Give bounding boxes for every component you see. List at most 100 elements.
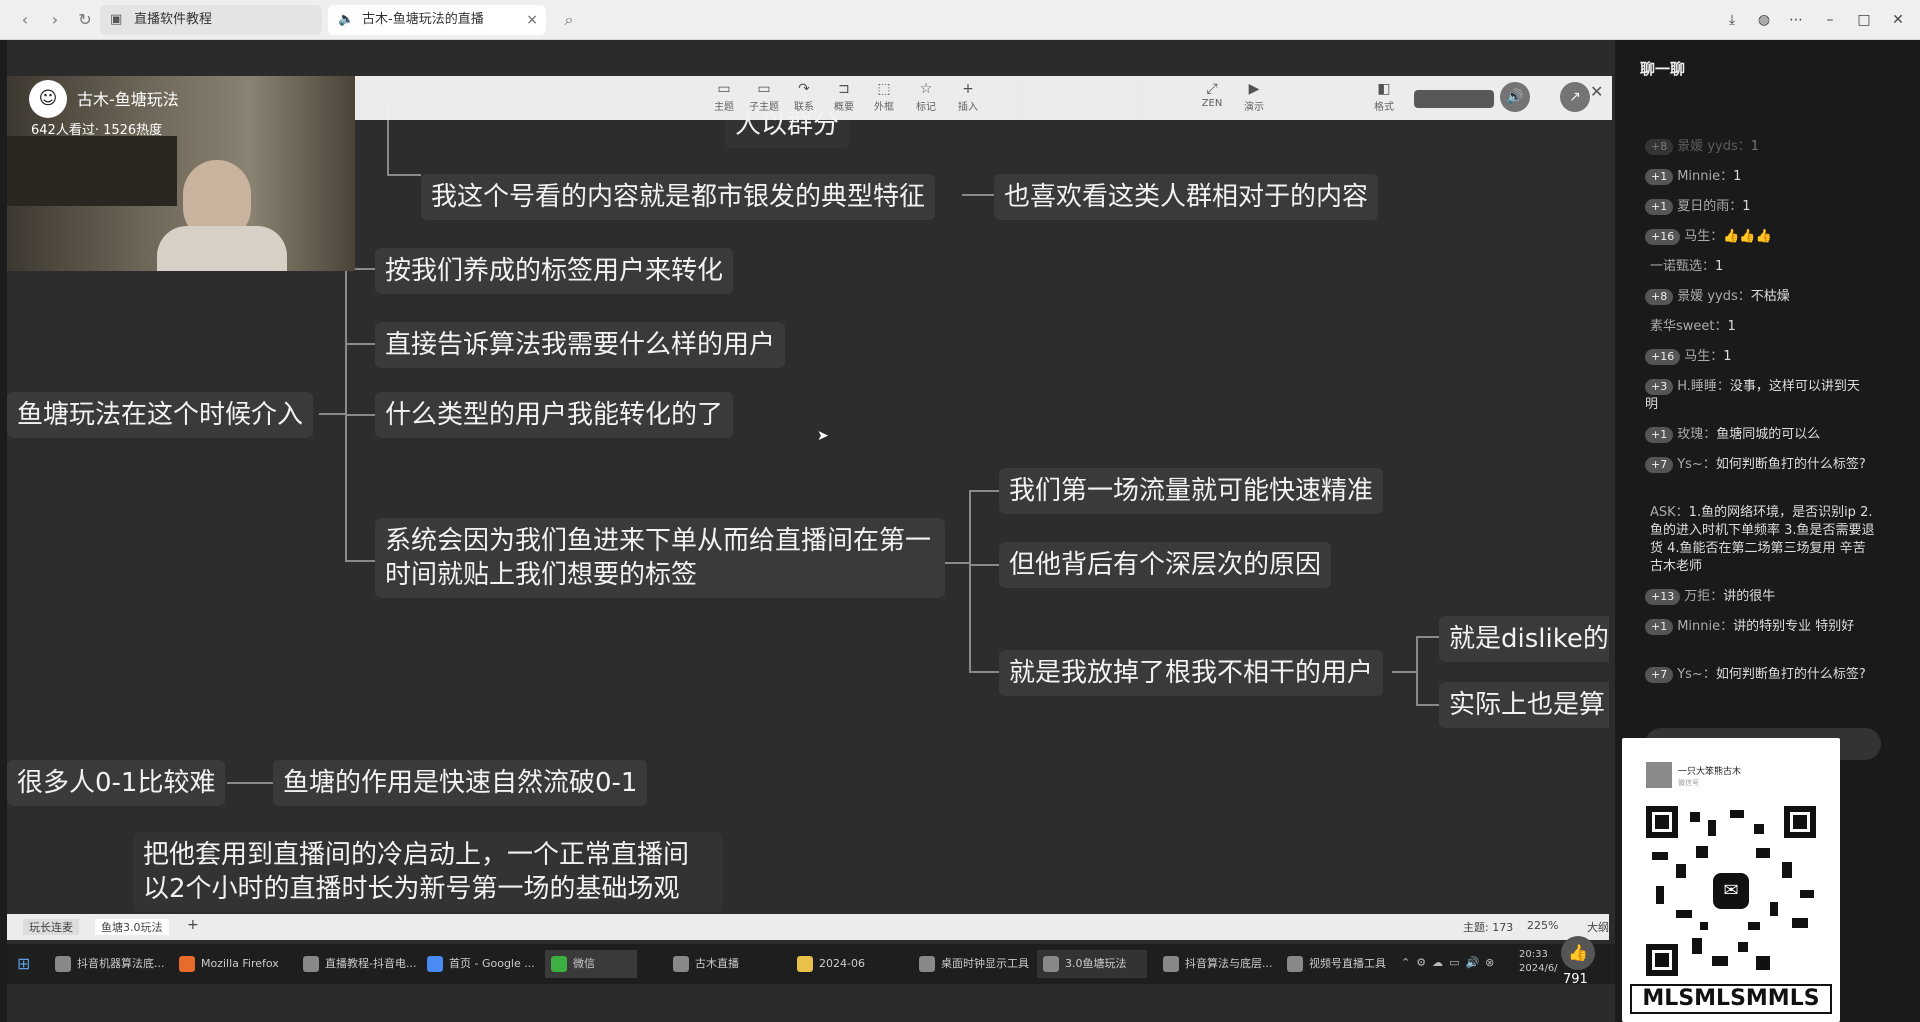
more-icon[interactable]: ⋯ [1784,10,1808,30]
toolbar-insert[interactable]: + 插入 [946,80,990,113]
mouse-cursor-icon: ➤ [817,428,829,444]
toolbar-zen[interactable]: ⤢ ZEN [1190,80,1234,109]
chat-message: +16 马生：1 [1645,348,1870,366]
streamer-webcam: ☺ 古木-鱼塘玩法 642人看过· 1526热度 [7,76,355,271]
present-icon: ▶ [1248,81,1260,97]
mindmap-root-node[interactable]: 鱼塘玩法在这个时候介入 [7,392,314,438]
download-icon[interactable]: ⤓ [1720,10,1744,30]
chat-message: +1 玫瑰：鱼塘同城的可以么 [1645,426,1870,444]
toolbar-topic[interactable]: ▭ 主题 [702,80,746,113]
taskbar-item[interactable]: 2024-06 [791,950,901,978]
like-count: 791 [1563,972,1588,987]
taskbar-item[interactable]: 抖音算法与底层... [1157,950,1277,978]
tab-icon: ▣ [110,12,123,27]
clock[interactable]: 20:33 2024/6/ [1519,948,1558,976]
qr-caption: MLSMLSMMLS [1630,984,1832,1014]
connector-line [969,671,999,673]
globe-icon[interactable]: ◍ [1752,10,1776,30]
zoom-level[interactable]: 225% [1527,919,1558,932]
connector-line [1392,671,1418,673]
speaker-icon: 🔈 [338,12,355,27]
toolbar-present[interactable]: ▶ 演示 [1232,80,1276,113]
mindmap-node[interactable]: 我们第一场流量就可能快速精准 [999,468,1384,514]
taskbar-item[interactable]: Mozilla Firefox [173,950,293,978]
back-icon[interactable]: ‹ [14,10,36,30]
qr-sub: 微信号 [1678,779,1699,787]
outline-button[interactable]: 大纲 [1587,919,1609,935]
star-icon: ☆ [919,81,933,97]
toolbar-format[interactable]: ◧ 格式 [1362,80,1406,113]
chat-message: +7 Ys~：如何判断鱼打的什么标签? [1645,456,1870,474]
toolbar-marker[interactable]: ☆ 标记 [904,80,948,113]
connector-line [1416,636,1418,706]
mindmap-node[interactable]: 鱼塘的作用是快速自然流破0-1 [273,760,648,806]
taskbar-item[interactable]: 桌面时钟显示工具 [913,950,1033,978]
toolbar-boundary[interactable]: ⬚ 外框 [862,80,906,113]
mindmap-node[interactable]: 系统会因为我们鱼进来下单从而给直播间在第一时间就贴上我们想要的标签 [375,518,945,598]
mindmap-node[interactable]: 什么类型的用户我能转化的了 [375,392,734,438]
mindmap-node[interactable]: 按我们养成的标签用户来转化 [375,248,734,294]
chat-message: 素华sweet：1 [1650,319,1736,334]
taskbar-item[interactable]: 视频号直播工具 [1281,950,1401,978]
taskbar-item[interactable]: 微信 [545,950,637,978]
frame-icon: ⬚ [877,81,891,97]
forward-icon[interactable]: › [44,10,66,30]
view-stats[interactable]: 642人看过· 1526热度 [31,119,162,138]
sheet-tab-active[interactable]: 鱼塘3.0玩法 [95,919,169,935]
qr-avatar [1646,762,1672,788]
volume-icon[interactable]: 🔊 [1500,82,1530,112]
maximize-icon[interactable]: □ [1852,10,1876,30]
mindmap-node[interactable]: 我这个号看的内容就是都市银发的典型特征 [421,174,936,220]
minimize-icon[interactable]: – [1818,10,1842,30]
tab-live-tutorial[interactable]: ▣ 直播软件教程 [100,5,322,35]
windows-start-icon[interactable]: ⊞ [17,954,30,973]
os-taskbar: ⊞ 抖音机器算法底... Mozilla Firefox 直播教程-抖音电...… [7,936,1615,987]
mindmap-node[interactable]: 直接告诉算法我需要什么样的用户 [375,322,786,368]
connector-line [345,414,375,416]
browser-chrome: ‹ › ↻ ▣ 直播软件教程 🔈 古木-鱼塘玩法的直播 × ⌕ ⤓ ◍ ⋯ – … [0,0,1920,40]
add-sheet-button[interactable]: + [187,917,199,933]
mindmap-node[interactable]: 实际上也是算 [1439,682,1609,728]
share-icon[interactable]: ↗ [1560,82,1590,112]
qr-code: ✉ [1646,806,1816,976]
close-tab-icon[interactable]: × [526,5,538,35]
mindmap-toolbar: ▭ 主题 ▭ 子主题 ↷ 联系 ⊐ 概要 ⬚ 外框 ☆ 标记 + 插入 ⤢ ZEN ▶ 演示 ◧ 格… [350,76,1612,120]
avatar[interactable]: ☺ [29,80,67,118]
taskbar-item[interactable]: 直播教程-抖音电... [297,950,417,978]
share-button[interactable] [1414,90,1494,108]
qr-code-card: 一只大笨熊古木 微信号 ✉ MLSMLSMMLS [1622,738,1840,1022]
toolbar-subtopic[interactable]: ▭ 子主题 [742,80,786,113]
connector-line [345,343,375,345]
close-stream-icon[interactable]: ✕ [1590,82,1603,101]
sheet-tab[interactable]: 玩长连麦 [23,919,79,935]
mindmap-node[interactable]: 但他背后有个深层次的原因 [999,542,1332,588]
qr-name: 一只大笨熊古木 [1678,767,1742,777]
search-icon[interactable]: ⌕ [558,10,580,30]
taskbar-item[interactable]: 首页 - Google ... [421,950,541,978]
sheet-tab-bar: 玩长连麦 鱼塘3.0玩法 + 主题: 173 225% 大纲 [7,914,1609,940]
toolbar-summary[interactable]: ⊐ 概要 [822,80,866,113]
toolbar-relation[interactable]: ↷ 联系 [782,80,826,113]
mindmap-node[interactable]: 把他套用到直播间的冷启动上，一个正常直播间以2个小时的直播时长为新号第一场的基础… [133,832,723,912]
tab-label: 直播软件教程 [134,12,213,27]
system-tray-icons[interactable]: ⌃⚙☁▭🔊⊗ [1401,956,1500,969]
like-icon[interactable]: 👍 [1561,936,1595,970]
reload-icon[interactable]: ↻ [74,10,96,30]
tab-label: 古木-鱼塘玩法的直播 [362,12,484,27]
connector-line [387,174,421,176]
plus-icon: + [962,81,974,97]
taskbar-item[interactable]: 3.0鱼塘玩法 [1037,950,1147,978]
palette-icon: ▭ [717,81,731,97]
tab-live-stream[interactable]: 🔈 古木-鱼塘玩法的直播 × [328,5,546,35]
taskbar-item[interactable]: 抖音机器算法底... [49,950,169,978]
chat-message: +1 Minnie：1 [1645,168,1870,186]
mindmap-node[interactable]: 就是dislike的内 [1439,616,1609,662]
mindmap-node[interactable]: 很多人0-1比较难 [7,760,226,806]
mindmap-node[interactable]: 就是我放掉了根我不相干的用户 [999,650,1384,696]
connector-line [319,413,347,415]
taskbar-item[interactable]: 古木直播 [667,950,777,978]
chat-message: +1 夏日的雨：1 [1645,198,1870,216]
subtopic-icon: ▭ [757,81,771,97]
close-window-icon[interactable]: ✕ [1886,10,1910,30]
mindmap-node[interactable]: 也喜欢看这类人群相对于的内容 [994,174,1379,220]
